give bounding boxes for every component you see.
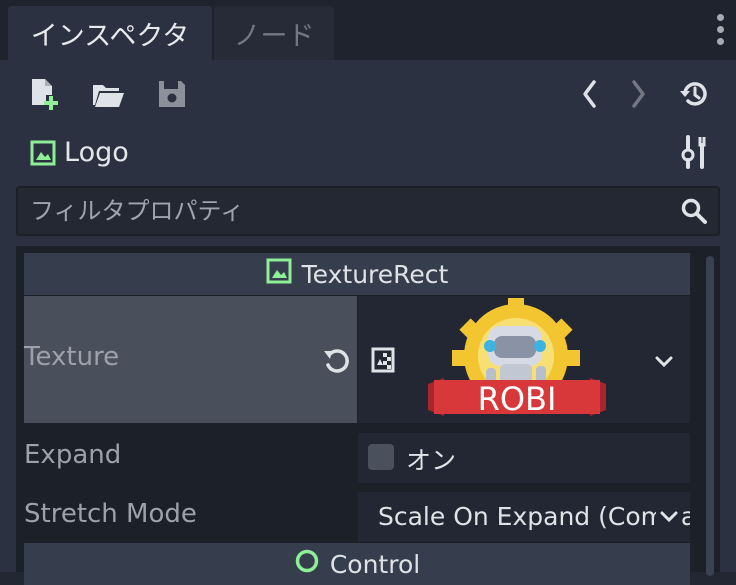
filter-properties-input[interactable]: フィルタプロパティ <box>16 186 720 236</box>
stretch-mode-value: Scale On Expand (Compatibility) <box>378 502 690 531</box>
expand-checkbox-label[interactable]: オン <box>406 441 456 477</box>
tab-node[interactable]: ノード <box>214 6 334 60</box>
expand-checkbox[interactable] <box>368 444 394 470</box>
property-label-texture: Texture <box>24 342 120 372</box>
save-icon[interactable] <box>154 76 190 112</box>
section-title: TextureRect <box>301 259 449 289</box>
back-icon[interactable] <box>572 76 608 112</box>
texture-rect-icon <box>266 258 292 290</box>
chevron-down-icon[interactable] <box>646 344 682 380</box>
control-node-icon <box>294 548 320 580</box>
scrollbar[interactable] <box>706 256 714 576</box>
search-icon <box>676 193 712 229</box>
section-title: Control <box>329 549 421 579</box>
new-resource-icon[interactable] <box>26 76 62 112</box>
history-icon[interactable] <box>676 76 712 112</box>
node-name: Logo <box>64 137 129 168</box>
compressed-texture-icon <box>366 342 402 378</box>
section-header-texture-rect[interactable]: TextureRect <box>24 253 690 295</box>
revert-icon[interactable] <box>318 342 354 378</box>
texture-rect-icon <box>30 140 56 166</box>
filter-placeholder: フィルタプロパティ <box>30 197 245 225</box>
logo-text: ROBI <box>477 380 557 418</box>
property-label-expand: Expand <box>24 440 122 470</box>
kebab-menu-icon[interactable] <box>714 12 726 48</box>
open-folder-icon[interactable] <box>90 76 126 112</box>
section-header-control[interactable]: Control <box>24 543 690 585</box>
tab-inspector[interactable]: インスペクタ <box>8 6 212 60</box>
stretch-mode-select[interactable]: Scale On Expand (Compatibility) <box>358 492 690 542</box>
tools-icon[interactable] <box>676 134 712 170</box>
property-label-stretch-mode: Stretch Mode <box>24 499 197 529</box>
forward-icon[interactable] <box>620 76 656 112</box>
texture-preview-logo: ROBI <box>426 298 608 422</box>
chevron-down-icon[interactable] <box>656 499 682 535</box>
